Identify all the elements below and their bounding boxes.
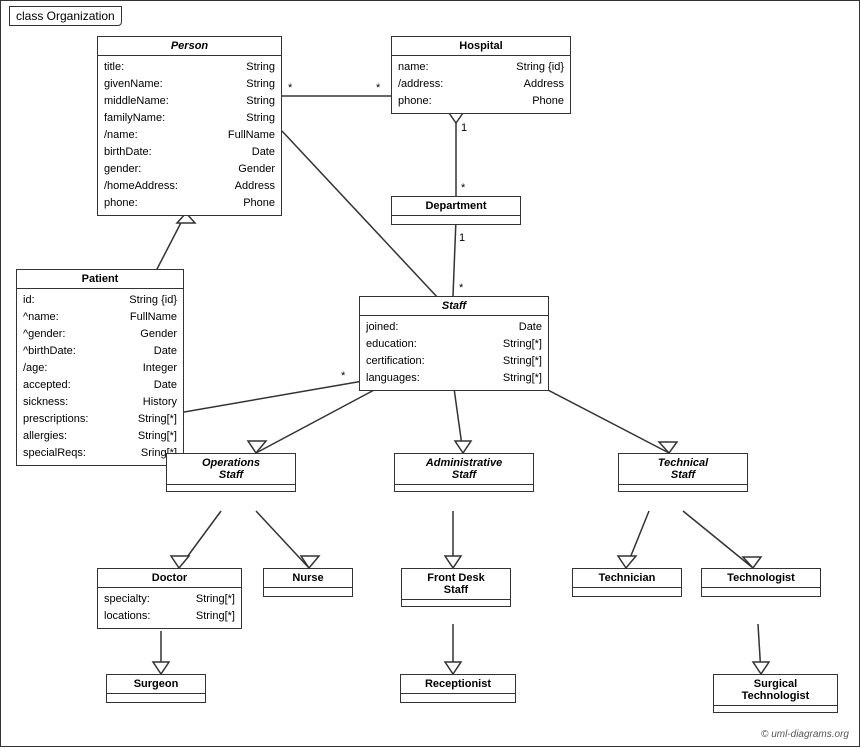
class-operations-staff: OperationsStaff — [166, 453, 296, 492]
class-staff-header: Staff — [360, 297, 548, 316]
class-nurse-header: Nurse — [264, 569, 352, 588]
class-admin-staff-header: AdministrativeStaff — [395, 454, 533, 485]
svg-text:*: * — [376, 82, 381, 94]
class-surgeon-body — [107, 694, 205, 702]
class-staff: Staff joined:Date education:String[*] ce… — [359, 296, 549, 391]
class-front-desk-header: Front DeskStaff — [402, 569, 510, 600]
class-hospital-body: name:String {id} /address:Address phone:… — [392, 56, 570, 113]
svg-text:1: 1 — [461, 122, 467, 134]
class-person-body: title:String givenName:String middleName… — [98, 56, 281, 215]
class-surgical-tech-body — [714, 706, 837, 712]
class-technician-body — [573, 588, 681, 596]
svg-text:*: * — [341, 370, 346, 382]
class-nurse-body — [264, 588, 352, 596]
class-doctor: Doctor specialty:String[*] locations:Str… — [97, 568, 242, 629]
class-staff-body: joined:Date education:String[*] certific… — [360, 316, 548, 390]
class-technician-header: Technician — [573, 569, 681, 588]
class-department: Department — [391, 196, 521, 225]
class-surgeon-header: Surgeon — [107, 675, 205, 694]
class-person-header: Person — [98, 37, 281, 56]
class-receptionist: Receptionist — [400, 674, 516, 703]
class-technical-staff-body — [619, 485, 747, 491]
class-surgical-tech: SurgicalTechnologist — [713, 674, 838, 713]
class-technologist-header: Technologist — [702, 569, 820, 588]
class-technical-staff: TechnicalStaff — [618, 453, 748, 492]
class-technician: Technician — [572, 568, 682, 597]
class-department-header: Department — [392, 197, 520, 216]
class-doctor-body: specialty:String[*] locations:String[*] — [98, 588, 241, 628]
class-doctor-header: Doctor — [98, 569, 241, 588]
class-department-body — [392, 216, 520, 224]
class-patient: Patient id:String {id} ^name:FullName ^g… — [16, 269, 184, 466]
copyright-text: © uml-diagrams.org — [761, 729, 849, 740]
class-technical-staff-header: TechnicalStaff — [619, 454, 747, 485]
svg-text:*: * — [461, 182, 466, 194]
class-technologist: Technologist — [701, 568, 821, 597]
class-front-desk: Front DeskStaff — [401, 568, 511, 607]
class-operations-staff-body — [167, 485, 295, 491]
class-surgical-tech-header: SurgicalTechnologist — [714, 675, 837, 706]
class-receptionist-body — [401, 694, 515, 702]
class-operations-staff-header: OperationsStaff — [167, 454, 295, 485]
class-technologist-body — [702, 588, 820, 596]
class-admin-staff: AdministrativeStaff — [394, 453, 534, 492]
class-surgeon: Surgeon — [106, 674, 206, 703]
diagram-title: class Organization — [9, 6, 122, 26]
class-patient-body: id:String {id} ^name:FullName ^gender:Ge… — [17, 289, 183, 465]
svg-text:*: * — [288, 82, 293, 94]
diagram-container: class Organization * * 1 * 1 * * * — [0, 0, 860, 747]
class-hospital: Hospital name:String {id} /address:Addre… — [391, 36, 571, 114]
class-front-desk-body — [402, 600, 510, 606]
class-receptionist-header: Receptionist — [401, 675, 515, 694]
class-hospital-header: Hospital — [392, 37, 570, 56]
class-person: Person title:String givenName:String mid… — [97, 36, 282, 216]
class-patient-header: Patient — [17, 270, 183, 289]
svg-text:*: * — [459, 282, 464, 294]
svg-text:1: 1 — [459, 232, 465, 244]
class-nurse: Nurse — [263, 568, 353, 597]
class-admin-staff-body — [395, 485, 533, 491]
